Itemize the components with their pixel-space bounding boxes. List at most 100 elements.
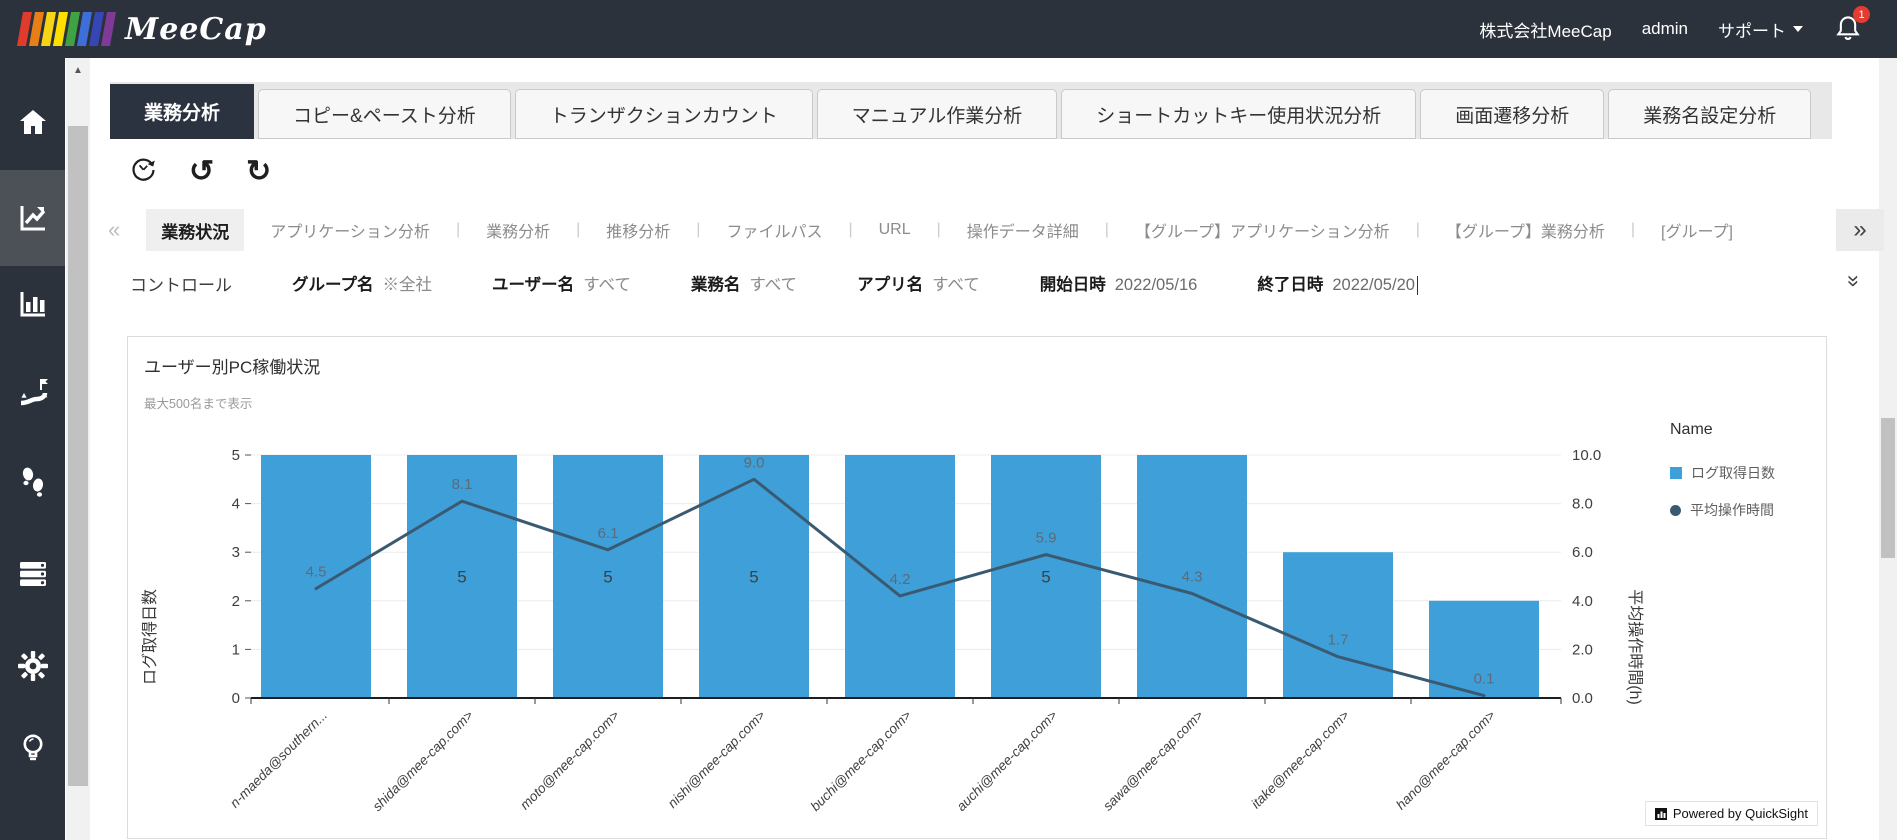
sheet-tab-3[interactable]: 推移分析 [606, 218, 670, 242]
quicksight-badge[interactable]: Powered by QuickSight [1644, 801, 1818, 826]
sheet-tab-0[interactable]: 業務状況 [146, 209, 245, 251]
sheet-tab-4[interactable]: ファイルパス [726, 218, 822, 242]
filter-value[interactable]: すべて [749, 271, 797, 295]
y-tick-label-right: 6.0 [1572, 544, 1593, 561]
filter-5[interactable]: 終了日時 2022/05/20 [1257, 271, 1418, 295]
line-value-label: 6.1 [598, 525, 619, 542]
scroll-up-arrow-icon[interactable]: ▲ [66, 62, 90, 80]
filter-3[interactable]: アプリ名 すべて [857, 271, 980, 295]
quicksight-icon [1654, 807, 1667, 820]
sidebar-item-settings[interactable] [0, 638, 65, 694]
refresh-clock-icon[interactable] [130, 156, 157, 188]
x-axis-label: hano@mee-cap.com> [1393, 707, 1498, 812]
filter-4[interactable]: 開始日時 2022/05/16 [1040, 271, 1198, 295]
undo-icon[interactable]: ↺ [189, 157, 214, 187]
notification-badge: 1 [1853, 6, 1870, 23]
content-left-scrollbar[interactable]: ▲ [66, 58, 90, 840]
sidebar-item-analysis[interactable] [0, 190, 65, 246]
main-tab-1[interactable]: コピー&ペースト分析 [258, 89, 511, 139]
left-sidebar [0, 58, 65, 840]
y-tick-label-left: 3 [232, 544, 240, 561]
line-value-label: 9.0 [744, 454, 765, 471]
filter-value[interactable]: 2022/05/20 [1332, 276, 1418, 295]
line-value-label: 0.1 [1474, 671, 1495, 688]
sheet-tab-6[interactable]: 操作データ詳細 [967, 218, 1079, 242]
filter-label: 開始日時 [1039, 276, 1106, 294]
server-rows-icon [19, 562, 46, 586]
collapse-controls-icon[interactable]: » [1841, 275, 1867, 287]
y-tick-label-right: 10.0 [1572, 447, 1601, 464]
filter-1[interactable]: ユーザー名 すべて [492, 271, 631, 295]
y-tick-label-left: 0 [232, 690, 240, 707]
bar-value-label: 5 [457, 568, 466, 587]
lightbulb-icon [23, 734, 42, 761]
sidebar-item-journey[interactable] [0, 363, 65, 419]
sheet-tab-8[interactable]: 【グループ】業務分析 [1446, 218, 1605, 242]
meecap-logo[interactable]: MeeCap [17, 11, 267, 47]
sidebar-item-reports[interactable] [0, 276, 65, 332]
logo-text: MeeCap [125, 11, 267, 47]
sidebar-item-data[interactable] [0, 546, 65, 602]
main-tab-6[interactable]: 業務名設定分析 [1608, 89, 1812, 139]
support-menu[interactable]: サポート [1718, 17, 1803, 42]
sheet-tab-7[interactable]: 【グループ】アプリケーション分析 [1135, 218, 1390, 242]
y-tick-label-right: 4.0 [1572, 593, 1593, 610]
filter-value[interactable]: ※全社 [383, 271, 433, 295]
subtab-separator: | [576, 221, 581, 238]
main-tab-bar: 業務分析 コピー&ペースト分析 トランザクションカウント マニュアル作業分析 ショートカ… [110, 82, 1832, 139]
sheet-tab-2[interactable]: 業務分析 [486, 218, 550, 242]
main-tab-5[interactable]: 画面遷移分析 [1420, 89, 1605, 139]
filter-value[interactable]: すべて [583, 271, 631, 295]
sheet-tab-9[interactable]: [グループ] [1661, 218, 1733, 242]
legend-line-label: 平均操作時間 [1690, 502, 1774, 518]
sidebar-item-insights[interactable] [0, 721, 65, 777]
legend-item-line[interactable]: 平均操作時間 [1670, 500, 1820, 520]
y-tick-label-right: 2.0 [1572, 641, 1593, 658]
main-tab-2[interactable]: トランザクションカウント [514, 89, 813, 139]
notification-bell[interactable]: 1 [1833, 6, 1870, 44]
x-axis-label: moto@mee-cap.com> [517, 707, 622, 812]
bar-value-label: 5 [603, 568, 612, 587]
redo-icon[interactable]: ↻ [246, 157, 271, 187]
logo-color-bars-icon [17, 12, 116, 46]
filter-0[interactable]: グループ名 ※全社 [292, 271, 432, 295]
legend-bar-label: ログ取得日数 [1691, 465, 1775, 481]
filter-2[interactable]: 業務名 すべて [691, 271, 797, 295]
legend-item-bar[interactable]: ログ取得日数 [1670, 463, 1820, 483]
subtab-separator: | [1104, 221, 1109, 238]
left-scrollbar-thumb[interactable] [68, 126, 88, 786]
sidebar-item-home[interactable] [0, 94, 65, 150]
filter-value[interactable]: すべて [932, 271, 980, 295]
main-tab-4[interactable]: ショートカットキー使用状況分析 [1061, 89, 1417, 139]
right-scrollbar-thumb[interactable] [1881, 418, 1895, 558]
y-tick-label-right: 8.0 [1572, 496, 1593, 513]
filter-value[interactable]: 2022/05/16 [1115, 276, 1198, 295]
filter-label: 業務名 [690, 276, 741, 294]
controls-title: コントロール [130, 275, 232, 295]
page-right-scrollbar[interactable] [1879, 58, 1897, 840]
sheet-tab-5[interactable]: URL [879, 221, 911, 239]
x-axis-label: itake@mee-cap.com> [1248, 707, 1352, 811]
x-axis-label: auchi@mee-cap.com> [954, 707, 1061, 814]
x-axis-label: buchi@mee-cap.com> [808, 707, 915, 814]
sidebar-item-more[interactable] [0, 826, 65, 840]
subtab-separator: | [1415, 221, 1420, 238]
line-value-label: 1.7 [1328, 632, 1349, 649]
subtab-separator: | [1630, 221, 1636, 238]
filter-label: グループ名 [292, 276, 374, 294]
bar-chart-icon [20, 292, 45, 317]
chevron-left-icon[interactable]: « [108, 217, 120, 243]
filter-label: ユーザー名 [492, 276, 575, 294]
main-tab-0[interactable]: 業務分析 [110, 84, 255, 139]
footprints-icon [22, 467, 43, 497]
x-axis-label: nishi@mee-cap.com> [665, 707, 768, 810]
sheet-tabs-scroll-right[interactable]: » [1836, 209, 1884, 251]
main-tab-3[interactable]: マニュアル作業分析 [816, 89, 1058, 139]
chevron-down-icon [1793, 26, 1803, 32]
sheet-tab-1[interactable]: アプリケーション分析 [270, 218, 430, 242]
legend-title: Name [1670, 421, 1713, 438]
user-name[interactable]: admin [1642, 19, 1688, 39]
sidebar-item-steps[interactable] [0, 456, 65, 512]
bar-7[interactable] [1283, 552, 1393, 698]
left-axis-title: ログ取得日数 [141, 589, 159, 685]
